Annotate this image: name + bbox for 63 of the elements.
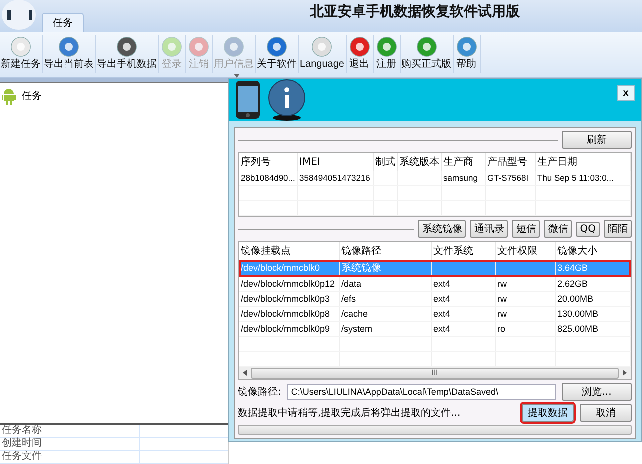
ribbon-tab[interactable]: 任务 bbox=[42, 13, 84, 32]
column-header: 序列号 bbox=[239, 153, 297, 171]
table-cell: 28b1084d90... bbox=[239, 171, 297, 186]
close-button[interactable]: x bbox=[617, 85, 635, 101]
phone-icon bbox=[235, 80, 261, 120]
table-cell: samsung bbox=[441, 171, 485, 186]
category-button[interactable]: 陌陌 bbox=[604, 220, 632, 238]
toolbar-button[interactable]: 导出当前表 bbox=[43, 35, 96, 73]
category-button[interactable]: 通讯录 bbox=[470, 220, 508, 238]
app-logo-icon bbox=[2, 0, 36, 30]
info-icon bbox=[267, 79, 307, 121]
path-label: 镜像路径: bbox=[238, 386, 282, 399]
round-icon bbox=[222, 35, 246, 59]
status-text: 数据提取中请稍等,提取完成后将弹出提取的文件... bbox=[238, 406, 462, 420]
toolbar-button[interactable]: 新建任务 bbox=[0, 35, 43, 73]
table-cell: Thu Sep 5 11:03:0... bbox=[535, 171, 630, 186]
toolbar-button[interactable]: Language bbox=[299, 35, 346, 73]
property-name: 任务文件 bbox=[0, 451, 140, 463]
browse-button[interactable]: 浏览... bbox=[562, 383, 632, 401]
window-title: 北亚安卓手机数据恢复软件试用版 bbox=[310, 3, 520, 21]
round-icon bbox=[265, 35, 289, 59]
tree-item[interactable]: 任务 bbox=[2, 87, 42, 105]
toolbar-button[interactable]: 注册 bbox=[374, 35, 400, 73]
toolbar-button[interactable]: 退出 bbox=[346, 35, 374, 73]
round-icon bbox=[57, 35, 81, 59]
table-row[interactable]: /dev/block/mmcblk0p9 /system ext4 ro 825.00MB bbox=[239, 322, 630, 336]
scroll-left-icon[interactable] bbox=[242, 370, 248, 376]
round-icon bbox=[414, 35, 438, 59]
refresh-button[interactable]: 刷新 bbox=[562, 131, 632, 149]
column-header: 生产日期 bbox=[535, 153, 630, 171]
column-header: 生产商 bbox=[441, 153, 485, 171]
column-header: IMEI bbox=[297, 153, 373, 171]
table-row[interactable]: /dev/block/mmcblk0p8 /cache ext4 rw 130.00MB bbox=[239, 306, 630, 322]
android-icon bbox=[2, 87, 16, 105]
table-cell: GT-S7568I bbox=[485, 171, 535, 186]
round-icon bbox=[454, 35, 478, 59]
column-header: 产品型号 bbox=[485, 153, 535, 171]
round-icon bbox=[115, 35, 139, 59]
table-row[interactable]: /dev/block/mmcblk0p12 /data ext4 rw 2.62GB bbox=[239, 276, 630, 292]
toolbar-button[interactable]: 导出手机数据 bbox=[96, 35, 159, 73]
round-icon bbox=[187, 35, 211, 59]
column-header: 系统版本 bbox=[397, 153, 441, 171]
property-name: 任务名称 bbox=[0, 425, 140, 437]
toolbar-button[interactable]: 关于软件 bbox=[256, 35, 299, 73]
table-row[interactable]: /dev/block/mmcblk0p3 /efs ext4 rw 20.00MB bbox=[239, 292, 630, 306]
toolbar-button[interactable]: 帮助 bbox=[454, 35, 480, 73]
round-icon bbox=[310, 35, 334, 59]
round-icon bbox=[348, 35, 372, 59]
round-icon bbox=[374, 35, 398, 59]
category-button[interactable]: QQ bbox=[576, 222, 600, 236]
table-cell: 358494051473216 bbox=[297, 171, 373, 186]
cancel-button[interactable]: 取消 bbox=[580, 404, 632, 422]
category-button[interactable]: 微信 bbox=[544, 220, 572, 238]
scroll-right-icon[interactable] bbox=[622, 370, 628, 376]
property-name: 创建时间 bbox=[0, 438, 140, 450]
column-header: 制式 bbox=[373, 153, 397, 171]
round-icon bbox=[160, 35, 184, 59]
path-field[interactable]: C:\Users\LIULINA\AppData\Local\Temp\DataSaved\ bbox=[287, 384, 556, 400]
round-icon bbox=[9, 35, 33, 59]
category-button[interactable]: 短信 bbox=[512, 220, 540, 238]
extract-button[interactable]: 提取数据 bbox=[522, 404, 574, 422]
toolbar-button[interactable]: 购买正式版 bbox=[400, 35, 454, 73]
category-button[interactable]: 系统镜像 bbox=[418, 220, 466, 238]
